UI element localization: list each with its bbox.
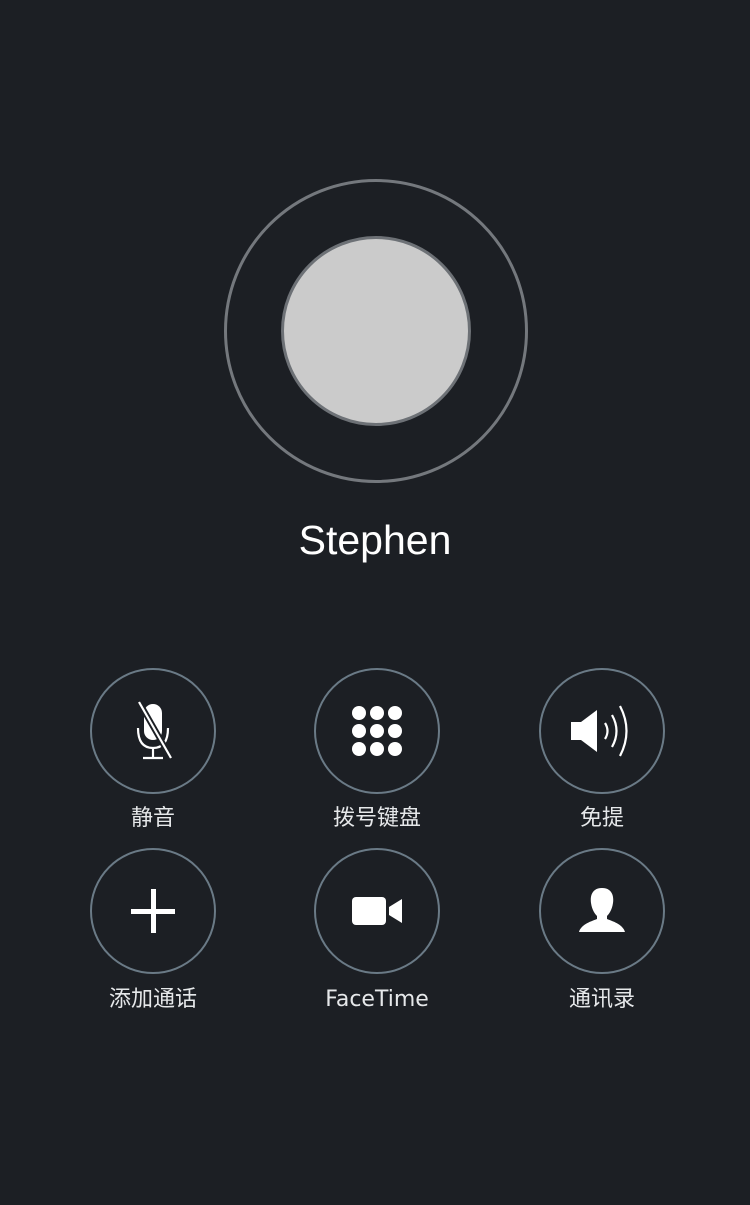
keypad-button[interactable] [314,668,440,794]
video-camera-icon [352,897,402,925]
keypad-label: 拨号键盘 [332,806,421,831]
facetime-button[interactable] [314,848,440,974]
speaker-icon [571,705,628,757]
add-call-label: 添加通话 [108,987,197,1012]
caller-name: Stephen [298,517,452,563]
mute-label: 静音 [130,806,175,831]
facetime-label: FaceTime [325,987,429,1012]
contacts-button[interactable] [539,848,665,974]
call-screen: Stephen 静音 拨号键盘 免提 添加通话 FaceTime 通讯录 [0,0,750,1205]
speaker-label: 免提 [579,806,624,831]
keypad-icon [352,706,402,756]
avatar [281,236,471,426]
contact-person-icon [579,888,625,932]
speaker-button[interactable] [539,668,665,794]
contacts-label: 通讯录 [568,987,635,1012]
add-call-button[interactable] [90,848,216,974]
mute-button[interactable] [90,668,216,794]
add-call-plus-icon [131,889,175,933]
mute-microphone-icon [136,700,174,760]
